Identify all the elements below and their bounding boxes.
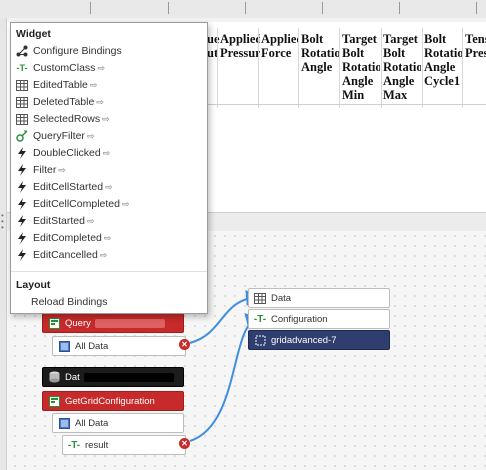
lightning-icon	[16, 249, 28, 261]
query-all-data-label: All Data	[75, 340, 109, 352]
bind-arrow-icon[interactable]: ⇨	[122, 199, 130, 210]
menu-item-editcancelled[interactable]: EditCancelled ⇨	[16, 247, 107, 263]
menu-item-doubleclicked[interactable]: DoubleClicked ⇨	[16, 145, 110, 161]
lightning-icon	[16, 215, 28, 227]
table-icon	[16, 96, 28, 108]
text-property-icon: -T-	[16, 63, 28, 73]
datasource-node[interactable]: Dat	[42, 367, 184, 387]
menu-item-filter[interactable]: Filter ⇨	[16, 162, 66, 178]
menu-item-label: EditCancelled	[33, 249, 98, 261]
result-node[interactable]: -T- result	[62, 435, 186, 455]
table-icon	[16, 79, 28, 91]
menu-item-editcellcompleted[interactable]: EditCellCompleted ⇨	[16, 196, 130, 212]
menu-item-label: SelectedRows	[33, 113, 101, 125]
get-grid-configuration-label: GetGridConfiguration	[65, 395, 155, 407]
remove-binding-icon[interactable]: ✕	[179, 438, 190, 449]
menu-divider	[11, 271, 207, 272]
text-property-icon: -T-	[67, 439, 81, 451]
database-icon	[48, 371, 60, 383]
service-icon	[48, 317, 60, 329]
query-filter-icon	[16, 130, 28, 142]
menu-item-label: EditCellCompleted	[33, 198, 120, 210]
menu-item-label: EditStarted	[33, 215, 85, 227]
datasource-label: Dat	[65, 371, 80, 383]
bind-arrow-icon[interactable]: ⇨	[103, 148, 111, 159]
text-property-icon: -T-	[253, 313, 267, 325]
query-service-label: Query	[65, 317, 91, 329]
bind-arrow-icon[interactable]: ⇨	[96, 97, 104, 108]
widget-node-label: gridadvanced-7	[271, 334, 337, 346]
menu-item-customclass[interactable]: -T- CustomClass ⇨	[16, 60, 105, 76]
get-grid-all-data-node[interactable]: All Data	[52, 413, 184, 433]
lightning-icon	[16, 198, 28, 210]
bind-arrow-icon[interactable]: ⇨	[100, 250, 108, 261]
bind-arrow-icon[interactable]: ⇨	[87, 131, 95, 142]
bind-arrow-icon[interactable]: ⇨	[104, 233, 112, 244]
redacted-text	[94, 318, 165, 328]
menu-item-label: EditCellStarted	[33, 181, 104, 193]
configure-bindings-icon	[16, 45, 28, 57]
menu-item-editcellstarted[interactable]: EditCellStarted ⇨	[16, 179, 113, 195]
menu-item-label: EditCompleted	[33, 232, 102, 244]
bind-arrow-icon[interactable]: ⇨	[97, 63, 105, 74]
menu-item-queryfilter[interactable]: QueryFilter ⇨	[16, 128, 94, 144]
menu-item-configure-bindings[interactable]: Configure Bindings	[16, 43, 122, 59]
table-icon	[16, 113, 28, 125]
bind-arrow-icon[interactable]: ⇨	[87, 216, 95, 227]
infotable-icon	[58, 340, 70, 352]
menu-item-deletedtable[interactable]: DeletedTable ⇨	[16, 94, 104, 110]
target-data-label: Data	[271, 292, 292, 304]
target-configuration-node[interactable]: -T- Configuration	[248, 309, 390, 329]
redacted-text	[83, 372, 174, 382]
get-grid-configuration-node[interactable]: GetGridConfiguration	[42, 391, 184, 411]
result-label: result	[85, 439, 109, 451]
menu-item-label: Configure Bindings	[33, 45, 122, 57]
lightning-icon	[16, 181, 28, 193]
service-icon	[48, 395, 60, 407]
menu-item-label: DeletedTable	[33, 96, 95, 108]
lightning-icon	[16, 232, 28, 244]
widget-node[interactable]: gridadvanced-7	[248, 330, 390, 350]
menu-item-selectedrows[interactable]: SelectedRows ⇨	[16, 111, 110, 127]
query-service-node[interactable]: Query	[42, 313, 184, 333]
table-icon	[254, 292, 266, 304]
lightning-icon	[16, 147, 28, 159]
query-all-data-node[interactable]: All Data	[52, 336, 186, 356]
menu-item-label: DoubleClicked	[33, 147, 101, 159]
bind-arrow-icon[interactable]: ⇨	[58, 165, 66, 176]
menu-item-reload-bindings[interactable]: Reload Bindings	[31, 296, 107, 308]
widget-frame-icon	[254, 334, 266, 346]
menu-item-label: EditedTable	[33, 79, 88, 91]
remove-binding-icon[interactable]: ✕	[179, 339, 190, 350]
menu-item-editcompleted[interactable]: EditCompleted ⇨	[16, 230, 111, 246]
widget-context-menu: Widget Configure Bindings -T- CustomClas…	[10, 22, 208, 314]
target-configuration-label: Configuration	[271, 313, 328, 325]
menu-item-label: CustomClass	[33, 62, 96, 74]
bind-arrow-icon[interactable]: ⇨	[90, 80, 98, 91]
infotable-icon	[58, 417, 70, 429]
menu-item-editstarted[interactable]: EditStarted ⇨	[16, 213, 95, 229]
lightning-icon	[16, 164, 28, 176]
bind-arrow-icon[interactable]: ⇨	[102, 114, 110, 125]
layout-section-heading: Layout	[16, 279, 51, 291]
menu-item-label: Filter	[33, 164, 57, 176]
get-grid-all-data-label: All Data	[75, 417, 109, 429]
widget-section-heading: Widget	[16, 28, 51, 40]
target-data-node[interactable]: Data	[248, 288, 390, 308]
menu-item-editedtable[interactable]: EditedTable ⇨	[16, 77, 97, 93]
menu-item-label: QueryFilter	[33, 130, 85, 142]
bind-arrow-icon[interactable]: ⇨	[105, 182, 113, 193]
